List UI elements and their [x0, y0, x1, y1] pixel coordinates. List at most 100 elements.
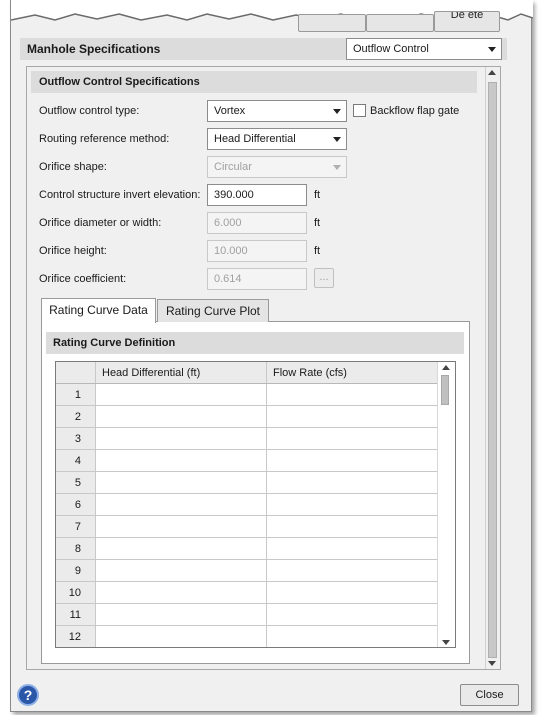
shape-label: Orifice shape:	[39, 161, 107, 173]
height-label: Orifice height:	[39, 245, 107, 257]
table-row: 7	[56, 515, 439, 538]
flow-cell[interactable]	[266, 515, 439, 538]
table-row: 5	[56, 471, 439, 494]
table-row: 12	[56, 625, 439, 647]
flow-cell[interactable]	[266, 383, 439, 406]
flow-cell[interactable]	[266, 427, 439, 450]
scroll-down-icon[interactable]	[488, 661, 496, 666]
flow-cell[interactable]	[266, 493, 439, 516]
delete-button[interactable]: De ete	[434, 11, 500, 32]
diameter-label: Orifice diameter or width:	[39, 217, 162, 229]
height-unit: ft	[314, 245, 321, 257]
routing-value: Head Differential	[214, 133, 296, 145]
flow-cell[interactable]	[266, 581, 439, 604]
section-select[interactable]: Outflow Control	[346, 38, 502, 60]
tab-rating-curve-data[interactable]: Rating Curve Data	[41, 298, 156, 323]
head-cell[interactable]	[95, 405, 267, 428]
outflow-type-select[interactable]: Vortex	[207, 100, 347, 122]
head-cell[interactable]	[95, 581, 267, 604]
coef-value: 0.614	[214, 273, 242, 285]
row-number: 3	[56, 427, 96, 450]
row-number: 2	[56, 405, 96, 428]
row-number: 11	[56, 603, 96, 626]
chevron-down-icon	[333, 165, 341, 170]
diameter-unit: ft	[314, 217, 321, 229]
head-cell[interactable]	[95, 449, 267, 472]
row-number-header	[56, 362, 96, 384]
spec-title: Manhole Specifications	[27, 42, 161, 56]
table-row: 3	[56, 427, 439, 450]
flow-cell[interactable]	[266, 449, 439, 472]
height-value: 10.000	[214, 245, 248, 257]
head-cell[interactable]	[95, 493, 267, 516]
shape-select: Circular	[207, 156, 347, 178]
table-row: 11	[56, 603, 439, 626]
coef-input: 0.614	[207, 268, 307, 290]
row-number: 1	[56, 383, 96, 406]
diameter-value: 6.000	[214, 217, 242, 229]
row-number: 12	[56, 625, 96, 647]
routing-label: Routing reference method:	[39, 133, 170, 145]
flow-cell[interactable]	[266, 603, 439, 626]
table-row: 10	[56, 581, 439, 604]
coef-label: Orifice coefficient:	[39, 273, 127, 285]
top-button-2[interactable]	[366, 14, 434, 32]
tab-rating-curve-plot[interactable]: Rating Curve Plot	[157, 299, 269, 322]
invert-unit: ft	[314, 189, 321, 201]
table-header-row: Head Differential (ft) Flow Rate (cfs)	[56, 362, 439, 384]
table-row: 9	[56, 559, 439, 582]
invert-label: Control structure invert elevation:	[39, 189, 201, 201]
help-icon[interactable]: ?	[17, 684, 39, 706]
diameter-input: 6.000	[207, 212, 307, 234]
chevron-down-icon	[333, 137, 341, 142]
row-number: 6	[56, 493, 96, 516]
scroll-up-icon[interactable]	[488, 70, 496, 75]
backflow-checkbox[interactable]	[353, 104, 366, 117]
flow-cell[interactable]	[266, 559, 439, 582]
outflow-title: Outflow Control Specifications	[39, 76, 200, 88]
outflow-type-label: Outflow control type:	[39, 105, 140, 117]
top-button-1[interactable]	[298, 14, 366, 32]
panel-scroll-thumb[interactable]	[488, 82, 497, 658]
table-row: 8	[56, 537, 439, 560]
head-cell[interactable]	[95, 559, 267, 582]
head-cell[interactable]	[95, 537, 267, 560]
shape-value: Circular	[214, 161, 252, 173]
table-row: 6	[56, 493, 439, 516]
grid-scroll-thumb[interactable]	[441, 375, 449, 405]
table-row: 2	[56, 405, 439, 428]
column-header-flow[interactable]: Flow Rate (cfs)	[266, 362, 439, 384]
row-number: 8	[56, 537, 96, 560]
grid-scroll-up-icon[interactable]	[442, 365, 450, 370]
invert-input[interactable]: 390.000	[207, 184, 307, 206]
routing-select[interactable]: Head Differential	[207, 128, 347, 150]
column-header-head[interactable]: Head Differential (ft)	[95, 362, 267, 384]
row-number: 10	[56, 581, 96, 604]
outflow-type-value: Vortex	[214, 105, 246, 117]
flow-cell[interactable]	[266, 405, 439, 428]
flow-cell[interactable]	[266, 625, 439, 647]
flow-cell[interactable]	[266, 471, 439, 494]
head-cell[interactable]	[95, 515, 267, 538]
height-input: 10.000	[207, 240, 307, 262]
delete-button-label: De ete	[450, 11, 484, 21]
row-number: 9	[56, 559, 96, 582]
dialog-footer	[11, 676, 531, 711]
table-row: 1	[56, 383, 439, 406]
rating-grid: Head Differential (ft) Flow Rate (cfs) 1…	[55, 361, 456, 648]
backflow-label: Backflow flap gate	[370, 105, 460, 117]
invert-value: 390.000	[214, 189, 254, 201]
head-cell[interactable]	[95, 603, 267, 626]
head-cell[interactable]	[95, 427, 267, 450]
head-cell[interactable]	[95, 383, 267, 406]
head-cell[interactable]	[95, 625, 267, 647]
grid-scroll-down-icon[interactable]	[442, 640, 450, 645]
rating-title: Rating Curve Definition	[53, 337, 176, 349]
flow-cell[interactable]	[266, 537, 439, 560]
chevron-down-icon	[488, 47, 496, 52]
row-number: 4	[56, 449, 96, 472]
row-number: 5	[56, 471, 96, 494]
head-cell[interactable]	[95, 471, 267, 494]
chevron-down-icon	[333, 109, 341, 114]
close-button[interactable]: Close	[460, 684, 519, 706]
